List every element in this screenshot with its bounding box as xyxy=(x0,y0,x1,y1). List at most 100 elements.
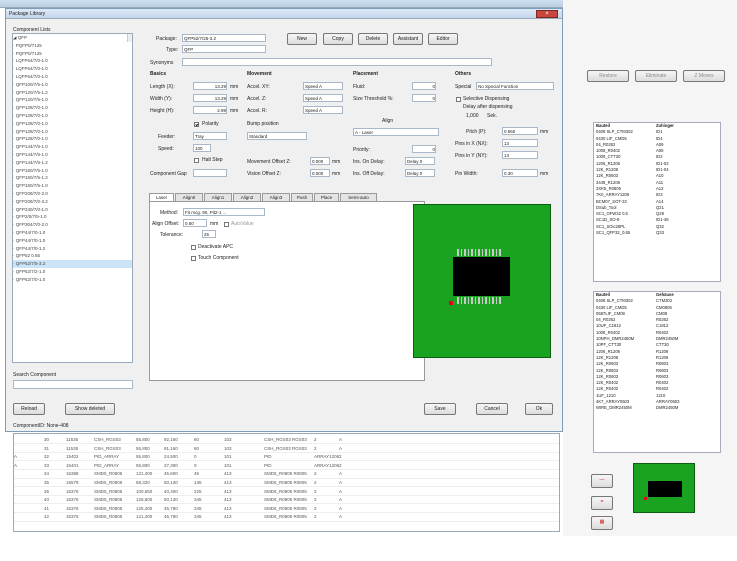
pins-x-field[interactable]: 13 xyxy=(502,139,538,147)
tree-item[interactable]: · QFP128/7/0-1.0 xyxy=(13,112,132,120)
remove-button[interactable]: — xyxy=(591,474,613,488)
table-row[interactable]: 40 15376 SMD5_R0805 126,600 50,130 345 413 SMD5… xyxy=(14,496,559,505)
new-button[interactable]: New xyxy=(287,33,317,45)
component-gap-field[interactable] xyxy=(193,169,227,177)
table-row[interactable]: 41 15376 SMD5_R0805 125,400 45,780 345 413 SMD5… xyxy=(14,505,559,514)
tree-item[interactable]: · QFP208/7/0-3.2 xyxy=(13,198,132,206)
tree-item[interactable]: · QFP128/7/0-1.0 xyxy=(13,135,132,143)
tree-item[interactable]: · LQFP64/7/0-1.0 xyxy=(13,57,132,65)
tree-item[interactable]: · LQFP64/7/0-1.0 xyxy=(13,73,132,81)
table-row[interactable]: 42 15375 SMD5_R0805 121,400 46,780 345 413 SMD5… xyxy=(14,513,559,522)
tree-item[interactable]: ◢ QFP xyxy=(13,34,132,42)
halt-step-checkbox[interactable] xyxy=(194,158,199,163)
movement-offset-field[interactable]: 0.000 xyxy=(310,157,330,165)
method-select[interactable]: Fit mcg. 90, Pit2-1 ... xyxy=(183,208,265,216)
component-list-1[interactable]: Bauteil Zuhinger 0408 SLP_CTM302 ID1 0430 LI… xyxy=(593,122,721,282)
autovalue-checkbox[interactable] xyxy=(224,222,229,227)
selective-dispensing-checkbox[interactable] xyxy=(456,97,461,102)
tree-item[interactable]: · QFP160/7/5-1.0 xyxy=(13,182,132,190)
copy-button[interactable]: Copy xyxy=(323,33,353,45)
size-threshold-field[interactable]: 0 xyxy=(412,94,436,102)
ok-button[interactable]: Ok xyxy=(525,403,553,415)
special-select[interactable]: No Special Function xyxy=(476,82,554,90)
tree-scrollbar[interactable] xyxy=(127,34,132,42)
deactivate-apc-checkbox[interactable] xyxy=(191,245,196,250)
bump-position-select[interactable]: Standard xyxy=(247,132,307,140)
tree-item[interactable]: · QFP144/7/5-1.0 xyxy=(13,151,132,159)
speed-field[interactable]: 100 xyxy=(193,144,211,152)
table-row[interactable]: 36 15376 SMD5_R0805 100,650 40,400 225 413 SMD5… xyxy=(14,488,559,496)
length-field[interactable]: 13.29 xyxy=(193,82,227,90)
height-field[interactable]: 2.99 xyxy=(193,106,227,114)
width-field[interactable]: 13.29 xyxy=(193,94,227,102)
vision-offset-field[interactable]: 0.000 xyxy=(310,169,330,177)
align-select[interactable]: A - Laser xyxy=(353,128,439,136)
tree-item[interactable]: · QFP128/7/0-1.0 xyxy=(13,128,132,136)
tree-item[interactable]: · QFP144/7/5-1.2 xyxy=(13,159,132,167)
tree-item[interactable]: · QFP208/7/0-2.0 xyxy=(13,190,132,198)
table-row[interactable]: 32 15402 PID_ARRAY 55,800 24,500 0 101 PID ARRAY… xyxy=(14,453,559,462)
tree-item[interactable]: · QFP128/7/0-1.0 xyxy=(13,120,132,128)
component-tree[interactable]: ◢ QFP · PQFP0/7125 · PQFP0/7125 · LQFP64… xyxy=(12,33,133,363)
accel-r-select[interactable]: Speed A xyxy=(303,106,343,114)
touch-component-checkbox[interactable] xyxy=(191,256,196,261)
editor-button[interactable]: Editor xyxy=(428,33,458,45)
tree-item[interactable]: · PQFP0/7125 xyxy=(13,50,132,58)
tree-item[interactable]: · QFP100/7/5-1.0 xyxy=(13,81,132,89)
tree-item[interactable]: · QFP52 0.65 xyxy=(13,252,132,260)
delete-button[interactable]: Delete xyxy=(358,33,388,45)
pin-width-field[interactable]: 0.30 xyxy=(502,169,538,177)
ins-off-delay-select[interactable]: Delay 0 xyxy=(405,169,435,177)
tree-item[interactable]: · QFP160/7/5-1.0 xyxy=(13,167,132,175)
tree-item[interactable]: · LQFP64/7/0-1.0 xyxy=(13,65,132,73)
show-deleted-button[interactable]: Show deleted xyxy=(65,403,115,415)
feeder-select[interactable]: Tray xyxy=(193,132,227,140)
tree-item[interactable]: · QFP128/7/0-1.0 xyxy=(13,104,132,112)
equalize-button[interactable]: = xyxy=(591,496,613,510)
accel-z-select[interactable]: Speed A xyxy=(303,94,343,102)
tree-item[interactable]: · QFP120/7/5-1.2 xyxy=(13,89,132,97)
tree-item[interactable]: · QFP304/7/0-2.0 xyxy=(13,221,132,229)
align-offset-field[interactable]: 0.60 xyxy=(183,219,207,227)
list-item[interactable]: SC1_QFP32_0.65 Q33 xyxy=(594,230,720,236)
tree-item[interactable]: · QFP52/7/5-3.2 xyxy=(13,260,132,268)
z-moves-button[interactable]: Z Moves xyxy=(683,70,725,82)
accel-xy-select[interactable]: Speed A xyxy=(303,82,343,90)
polarity-checkbox[interactable] xyxy=(194,122,199,127)
tree-item[interactable]: · QFP44/7/0-1.0 xyxy=(13,229,132,237)
table-row[interactable]: 31 11535 CSH_RGS03 55,800 91,160 60 103 CSH_RGS… xyxy=(14,445,559,453)
synonyms-field[interactable] xyxy=(182,58,492,66)
list-item[interactable]: WIRE_DMR2450M DMR2450M xyxy=(594,405,720,411)
tree-item[interactable]: · QFP52/7/2-1.0 xyxy=(13,268,132,276)
tree-item[interactable]: · PQFP0/7125 xyxy=(13,42,132,50)
table-row[interactable]: 34 15388 SMD5_R0805 121,400 45,600 45 413 SMD5_… xyxy=(14,470,559,479)
tree-item[interactable]: · QFP120/7/5-1.0 xyxy=(13,96,132,104)
table-row[interactable]: 35 15579 SMD5_R0805 58,320 50,130 135 413 SMD5_… xyxy=(14,479,559,488)
tree-item[interactable]: · QFP144/7/5-1.0 xyxy=(13,143,132,151)
restore-button[interactable]: Restore xyxy=(587,70,629,82)
grid-button[interactable]: ▦ xyxy=(591,516,613,530)
eliminate-button[interactable]: Eliminate xyxy=(635,70,677,82)
tree-item[interactable]: · QFP44/7/0-1.0 xyxy=(13,237,132,245)
save-button[interactable]: Save xyxy=(424,403,456,415)
pins-y-field[interactable]: 13 xyxy=(502,151,538,159)
reload-button[interactable]: Reload xyxy=(13,403,45,415)
package-field[interactable]: QFP52/7/25-3.2 xyxy=(182,34,266,42)
tree-item[interactable]: · QFP240/7/0-1.0 xyxy=(13,206,132,214)
tree-item[interactable]: · QFP52/7/0-1.0 xyxy=(13,276,132,284)
table-row[interactable]: 30 11535 CSH_RGS03 55,800 92,160 60 103 CSH_RGS… xyxy=(14,436,559,445)
search-input[interactable] xyxy=(13,380,133,389)
type-select[interactable]: QFP xyxy=(182,45,266,53)
ins-on-delay-select[interactable]: Delay 0 xyxy=(405,157,435,165)
tree-item[interactable]: · QFP160/7/5-1.2 xyxy=(13,174,132,182)
table-row[interactable]: 33 15401 PID_ARRAY 55,800 27,300 0 101 PID ARRAY… xyxy=(14,462,559,471)
tree-item[interactable]: · QFP2/0/7/5-1.0 xyxy=(13,213,132,221)
tolerance-field[interactable]: 25 xyxy=(202,230,216,238)
assistant-button[interactable]: Assistant xyxy=(393,33,423,45)
tree-item[interactable]: · QFP44/7/0-1.2 xyxy=(13,245,132,253)
pitch-field[interactable]: 0.650 xyxy=(502,127,538,135)
close-button[interactable]: × xyxy=(536,10,558,18)
fluid-field[interactable]: 0 xyxy=(412,82,436,90)
component-list-2[interactable]: Bauteil Gehäuse 0408 SLP_CTM302 CTM302 0430 … xyxy=(593,291,721,453)
cancel-button[interactable]: Cancel xyxy=(476,403,508,415)
